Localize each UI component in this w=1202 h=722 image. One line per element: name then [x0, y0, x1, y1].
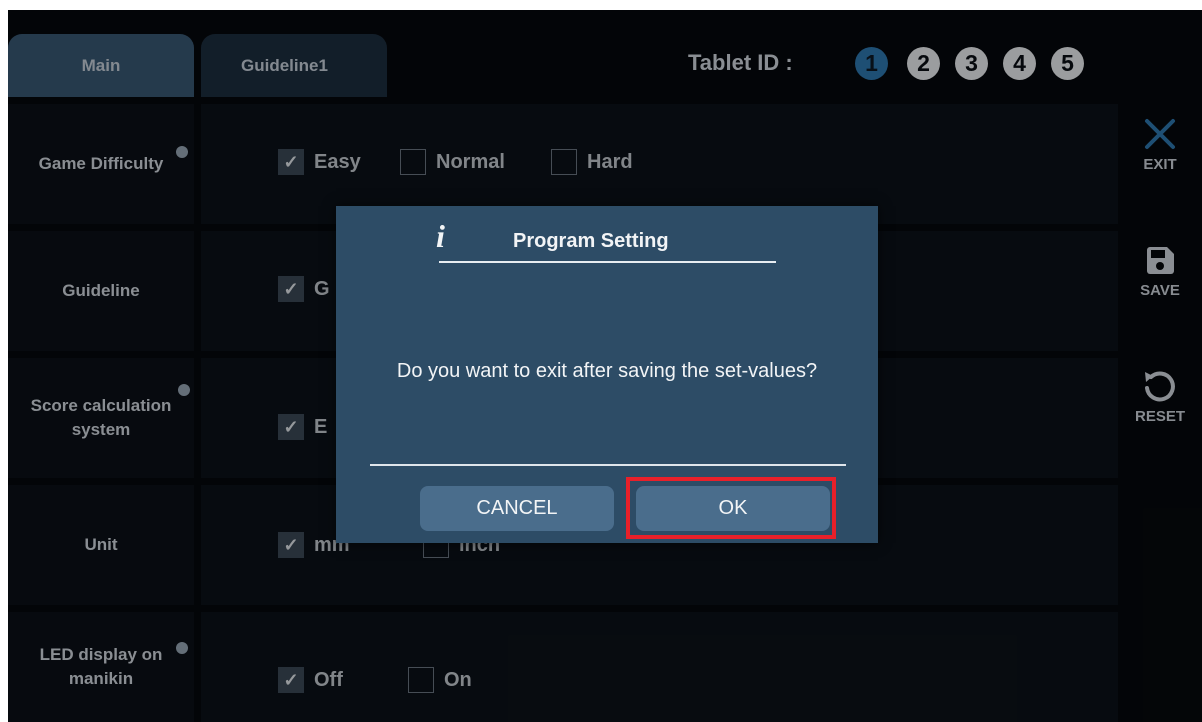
info-icon: i [436, 218, 445, 254]
ok-highlight-box [626, 477, 836, 539]
title-divider [439, 261, 776, 263]
dialog-message: Do you want to exit after saving the set… [396, 360, 818, 382]
screen: Main Guideline1 Tablet ID : 1 2 3 4 5 Ga… [8, 10, 1202, 722]
dialog-title: Program Setting [513, 230, 669, 252]
button-divider [370, 464, 846, 466]
cancel-button[interactable]: CANCEL [420, 486, 614, 531]
